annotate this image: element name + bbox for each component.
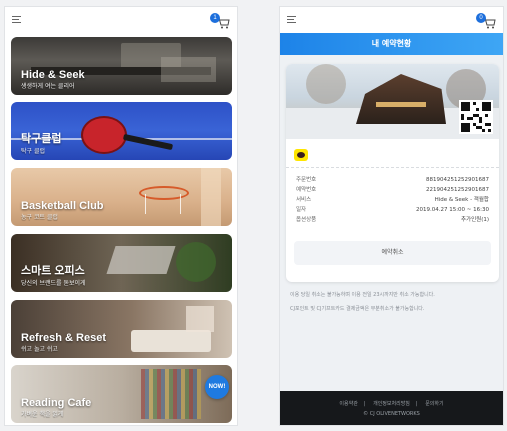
footer-link-terms[interactable]: 이용약관 [339,401,357,407]
detail-label: 서비스 [296,197,312,203]
footer-link-contact[interactable]: 문의하기 [425,401,443,407]
card-title: 스마트 오피스 [21,265,85,277]
detail-value: 881904251252901687 [426,177,489,183]
cart-count-badge: 0 [476,13,486,23]
card-title: Hide & Seek [21,69,85,81]
menu-icon[interactable] [12,16,21,23]
program-card-refresh-reset[interactable]: Refresh & Reset 쉬고 놀고 쉬고 [11,300,232,358]
card-subtitle: 당신의 브랜드를 돋보이게 [21,280,86,287]
footer: 이용약관 | 개인정보처리방침 | 문의하기 © CJ OLIVENETWORKS [280,391,503,425]
cart-button[interactable]: 0 [476,13,496,29]
right-app-screen: 0 내 예약현황 주문번호 881904251252901687 예약번호 2219… [279,6,504,426]
card-subtitle: 탁구 클럽 [21,148,45,155]
qr-code [459,100,493,134]
detail-label: 일자 [296,207,307,213]
notice-text: CJ포인트 및 CJ기프트카드 결제금액은 부분취소가 불가능합니다. [290,306,425,312]
card-subtitle: 쉬고 놀고 쉬고 [21,346,58,353]
card-title: 탁구클럽 [21,133,62,145]
detail-row: 서비스 Hide & Seek - 객월합 [296,195,489,205]
kakao-share-icon[interactable] [294,149,308,161]
detail-row: 예약번호 221904251252901687 [296,185,489,195]
left-app-screen: 1 Hide & Seek 생생하게 여는 클리어 탁구클럽 탁구 클럽 Bas… [4,6,238,426]
card-subtitle: 가벼운 책을 읽게 [21,411,64,418]
top-bar: 0 [280,7,503,33]
program-card-hide-seek[interactable]: Hide & Seek 생생하게 여는 클리어 [11,37,232,95]
card-title: Reading Cafe [21,397,92,409]
detail-value: Hide & Seek - 객월합 [434,197,489,203]
program-card-basketball[interactable]: Basketball Club 농구 코트 클럽 [11,168,232,226]
notice-text: 이용 당일 취소는 불가능하며 이용 전일 23시까지만 취소 가능합니다. [290,292,435,298]
reservation-card: 주문번호 881904251252901687 예약번호 2219042512529… [286,64,499,282]
cart-button[interactable]: 1 [210,13,230,29]
cart-count-badge: 1 [210,13,220,23]
detail-label: 예약번호 [296,187,317,193]
program-card-table-tennis[interactable]: 탁구클럽 탁구 클럽 [11,102,232,160]
menu-icon[interactable] [287,16,296,23]
detail-value: 추가인원(1) [460,217,489,223]
detail-label: 주문번호 [296,177,317,183]
reservation-details: 주문번호 881904251252901687 예약번호 2219042512529… [296,175,489,225]
card-subtitle: 생생하게 여는 클리어 [21,83,75,90]
now-badge[interactable]: NOW! [205,375,229,399]
card-title: Refresh & Reset [21,332,106,344]
detail-row: 옵션상품 추가인원(1) [296,215,489,225]
detail-row: 일자 2019.04.27 15:00 ~ 16:30 [296,205,489,215]
program-card-smart-office[interactable]: 스마트 오피스 당신의 브랜드를 돋보이게 [11,234,232,292]
cancel-reservation-button[interactable]: 예약취소 [294,241,491,265]
program-card-reading-cafe[interactable]: Reading Cafe 가벼운 책을 읽게 NOW! [11,365,232,423]
detail-row: 주문번호 881904251252901687 [296,175,489,185]
card-title: Basketball Club [21,200,104,212]
top-bar: 1 [5,7,237,33]
divider [286,167,499,168]
detail-label: 옵션상품 [296,217,317,223]
footer-links: 이용약관 | 개인정보처리방침 | 문의하기 [339,401,444,407]
copyright: © CJ OLIVENETWORKS [363,411,420,417]
detail-value: 2019.04.27 15:00 ~ 16:30 [415,207,489,213]
page-title: 내 예약현황 [280,33,503,55]
detail-value: 221904251252901687 [426,187,489,193]
card-subtitle: 농구 코트 클럽 [21,214,58,221]
footer-link-privacy[interactable]: 개인정보처리방침 [373,401,410,407]
